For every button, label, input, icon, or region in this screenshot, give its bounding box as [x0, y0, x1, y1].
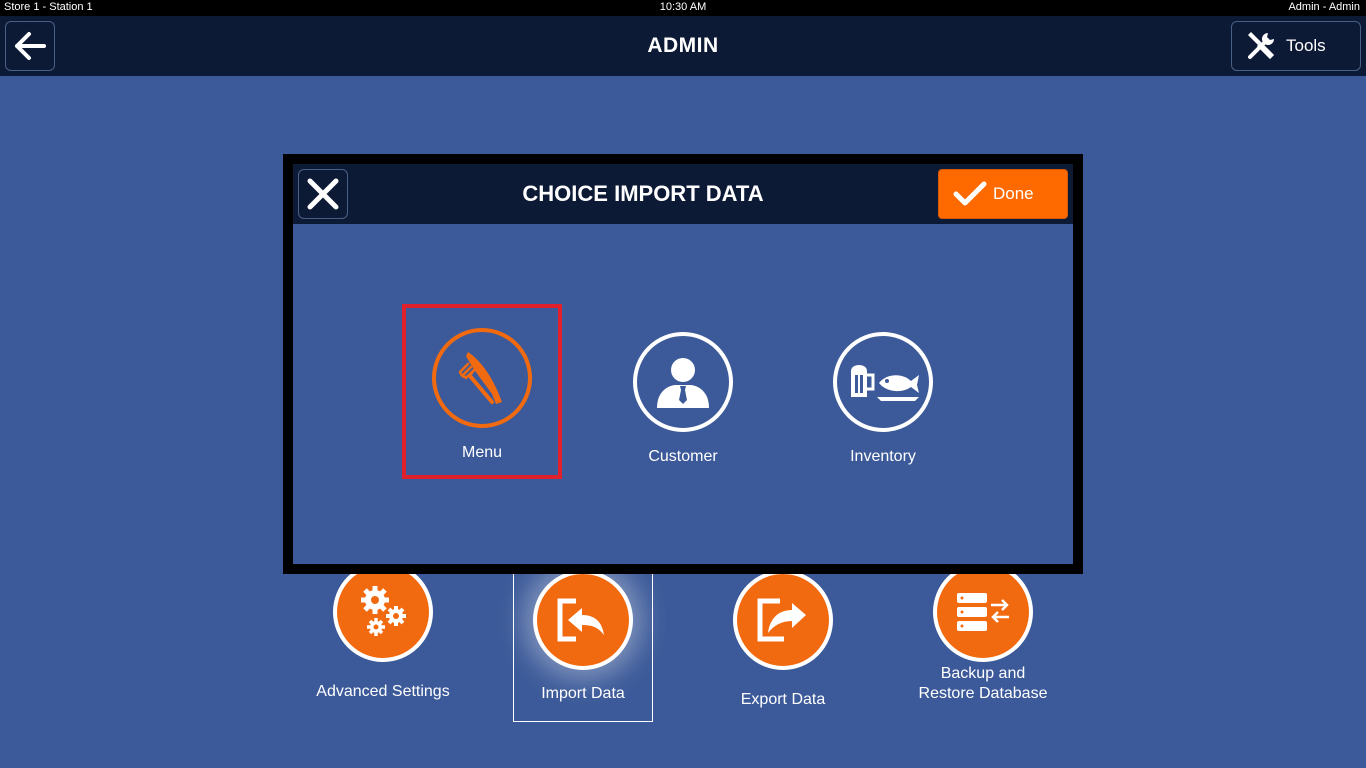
backup-restore-label: Backup and Restore Database — [918, 665, 1048, 702]
status-bar: Store 1 - Station 1 10:30 AM Admin - Adm… — [0, 0, 1366, 16]
close-icon — [307, 178, 339, 210]
choice-inventory[interactable]: Inventory — [803, 308, 963, 483]
tools-button[interactable]: Tools — [1231, 21, 1361, 71]
advanced-settings-label: Advanced Settings — [316, 683, 450, 700]
advanced-settings-circle — [333, 562, 433, 662]
done-button[interactable]: Done — [938, 169, 1068, 219]
gears-icon — [361, 586, 406, 636]
database-sync-icon — [957, 593, 1009, 631]
inventory-circle — [833, 332, 933, 432]
dialog-body: CHOICE IMPORT DATA Done Menu Customer In… — [293, 164, 1073, 564]
menu-circle — [432, 328, 532, 428]
backup-restore-tile[interactable]: Backup and Restore Database — [913, 562, 1053, 704]
checkmark-icon — [953, 181, 987, 206]
import-choice-dialog: CHOICE IMPORT DATA Done Menu Customer In… — [283, 154, 1083, 574]
choice-customer[interactable]: Customer — [603, 308, 763, 483]
import-data-circle — [533, 570, 633, 670]
import-icon — [557, 598, 604, 642]
clock: 10:30 AM — [659, 1, 707, 13]
export-data-tile[interactable]: Export Data — [713, 570, 853, 710]
arrow-left-icon — [15, 32, 46, 60]
export-icon — [757, 598, 806, 642]
export-data-circle — [733, 570, 833, 670]
advanced-settings-tile[interactable]: Advanced Settings — [313, 562, 453, 702]
beer-fish-icon — [851, 365, 919, 401]
inventory-label: Inventory — [850, 448, 916, 465]
close-button[interactable] — [298, 169, 348, 219]
top-bar: ADMIN Tools — [0, 16, 1366, 76]
tools-icon — [1248, 32, 1275, 60]
fork-knife-icon — [458, 352, 502, 404]
export-data-label: Export Data — [740, 691, 826, 708]
page-title: ADMIN — [647, 34, 719, 57]
import-data-label: Import Data — [541, 685, 625, 702]
tools-label: Tools — [1286, 36, 1326, 55]
choice-menu[interactable]: Menu — [402, 304, 562, 479]
import-data-tile[interactable]: Import Data — [513, 562, 653, 722]
backup-restore-circle — [933, 562, 1033, 662]
dialog-title: CHOICE IMPORT DATA — [522, 181, 764, 206]
done-label: Done — [993, 184, 1034, 203]
back-button[interactable] — [5, 21, 55, 71]
customer-circle — [633, 332, 733, 432]
person-icon — [657, 358, 709, 408]
customer-label: Customer — [648, 448, 718, 465]
current-user: Admin - Admin — [1288, 1, 1360, 13]
menu-label: Menu — [461, 444, 503, 461]
dialog-header: CHOICE IMPORT DATA Done — [293, 164, 1073, 224]
